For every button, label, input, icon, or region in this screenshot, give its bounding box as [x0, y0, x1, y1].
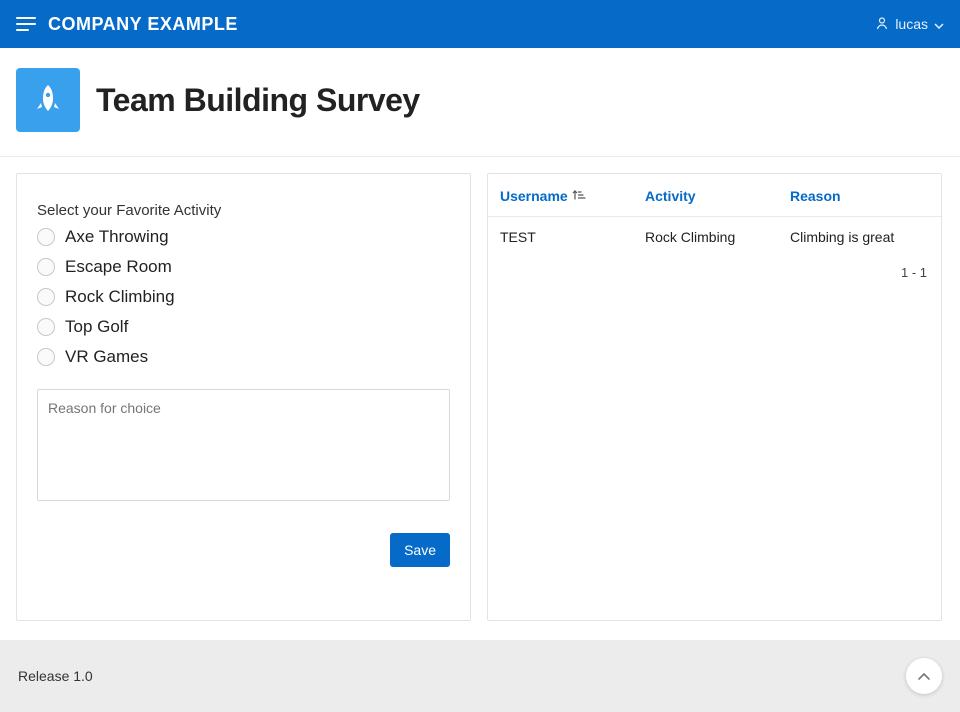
user-name: lucas — [895, 16, 928, 32]
radio-option[interactable]: Rock Climbing — [37, 287, 450, 307]
col-reason[interactable]: Reason — [790, 188, 929, 204]
cell-username: TEST — [500, 229, 645, 245]
radio-icon — [37, 258, 55, 276]
topbar: COMPANY EXAMPLE lucas — [0, 0, 960, 48]
col-username[interactable]: Username — [500, 188, 645, 204]
radio-label: VR Games — [65, 347, 148, 367]
radio-option[interactable]: Axe Throwing — [37, 227, 450, 247]
radio-label: Escape Room — [65, 257, 172, 277]
user-icon — [875, 16, 889, 33]
col-activity-label: Activity — [645, 188, 696, 204]
radio-icon — [37, 288, 55, 306]
survey-form-card: Select your Favorite Activity Axe Throwi… — [16, 173, 471, 621]
release-label: Release 1.0 — [18, 668, 93, 684]
radio-icon — [37, 228, 55, 246]
sort-asc-icon — [572, 188, 586, 204]
activity-prompt: Select your Favorite Activity — [37, 202, 450, 219]
cell-reason: Climbing is great — [790, 229, 929, 245]
main-area: Select your Favorite Activity Axe Throwi… — [0, 157, 960, 637]
page-header: Team Building Survey — [0, 48, 960, 156]
col-reason-label: Reason — [790, 188, 841, 204]
pagination: 1 - 1 — [488, 257, 941, 288]
cell-activity: Rock Climbing — [645, 229, 790, 245]
radio-icon — [37, 348, 55, 366]
chevron-down-icon — [934, 16, 944, 32]
chevron-up-icon — [917, 671, 931, 681]
menu-icon[interactable] — [16, 16, 36, 32]
col-username-label: Username — [500, 188, 568, 204]
radio-label: Axe Throwing — [65, 227, 169, 247]
radio-option[interactable]: VR Games — [37, 347, 450, 367]
radio-option[interactable]: Escape Room — [37, 257, 450, 277]
radio-icon — [37, 318, 55, 336]
responses-card: Username Activity Reason TEST Rock Climb… — [487, 173, 942, 621]
table-header: Username Activity Reason — [488, 174, 941, 217]
app-icon — [16, 68, 80, 132]
page-title: Team Building Survey — [96, 82, 420, 119]
user-menu[interactable]: lucas — [875, 16, 944, 33]
table-row: TEST Rock Climbing Climbing is great — [488, 217, 941, 257]
pagination-range: 1 - 1 — [901, 265, 927, 280]
scroll-top-button[interactable] — [906, 658, 942, 694]
col-activity[interactable]: Activity — [645, 188, 790, 204]
footer: Release 1.0 — [0, 640, 960, 712]
activity-options: Axe Throwing Escape Room Rock Climbing T… — [37, 227, 450, 367]
reason-input[interactable] — [37, 389, 450, 501]
brand-name: COMPANY EXAMPLE — [48, 14, 238, 35]
radio-label: Rock Climbing — [65, 287, 175, 307]
save-button[interactable]: Save — [390, 533, 450, 567]
radio-option[interactable]: Top Golf — [37, 317, 450, 337]
radio-label: Top Golf — [65, 317, 128, 337]
